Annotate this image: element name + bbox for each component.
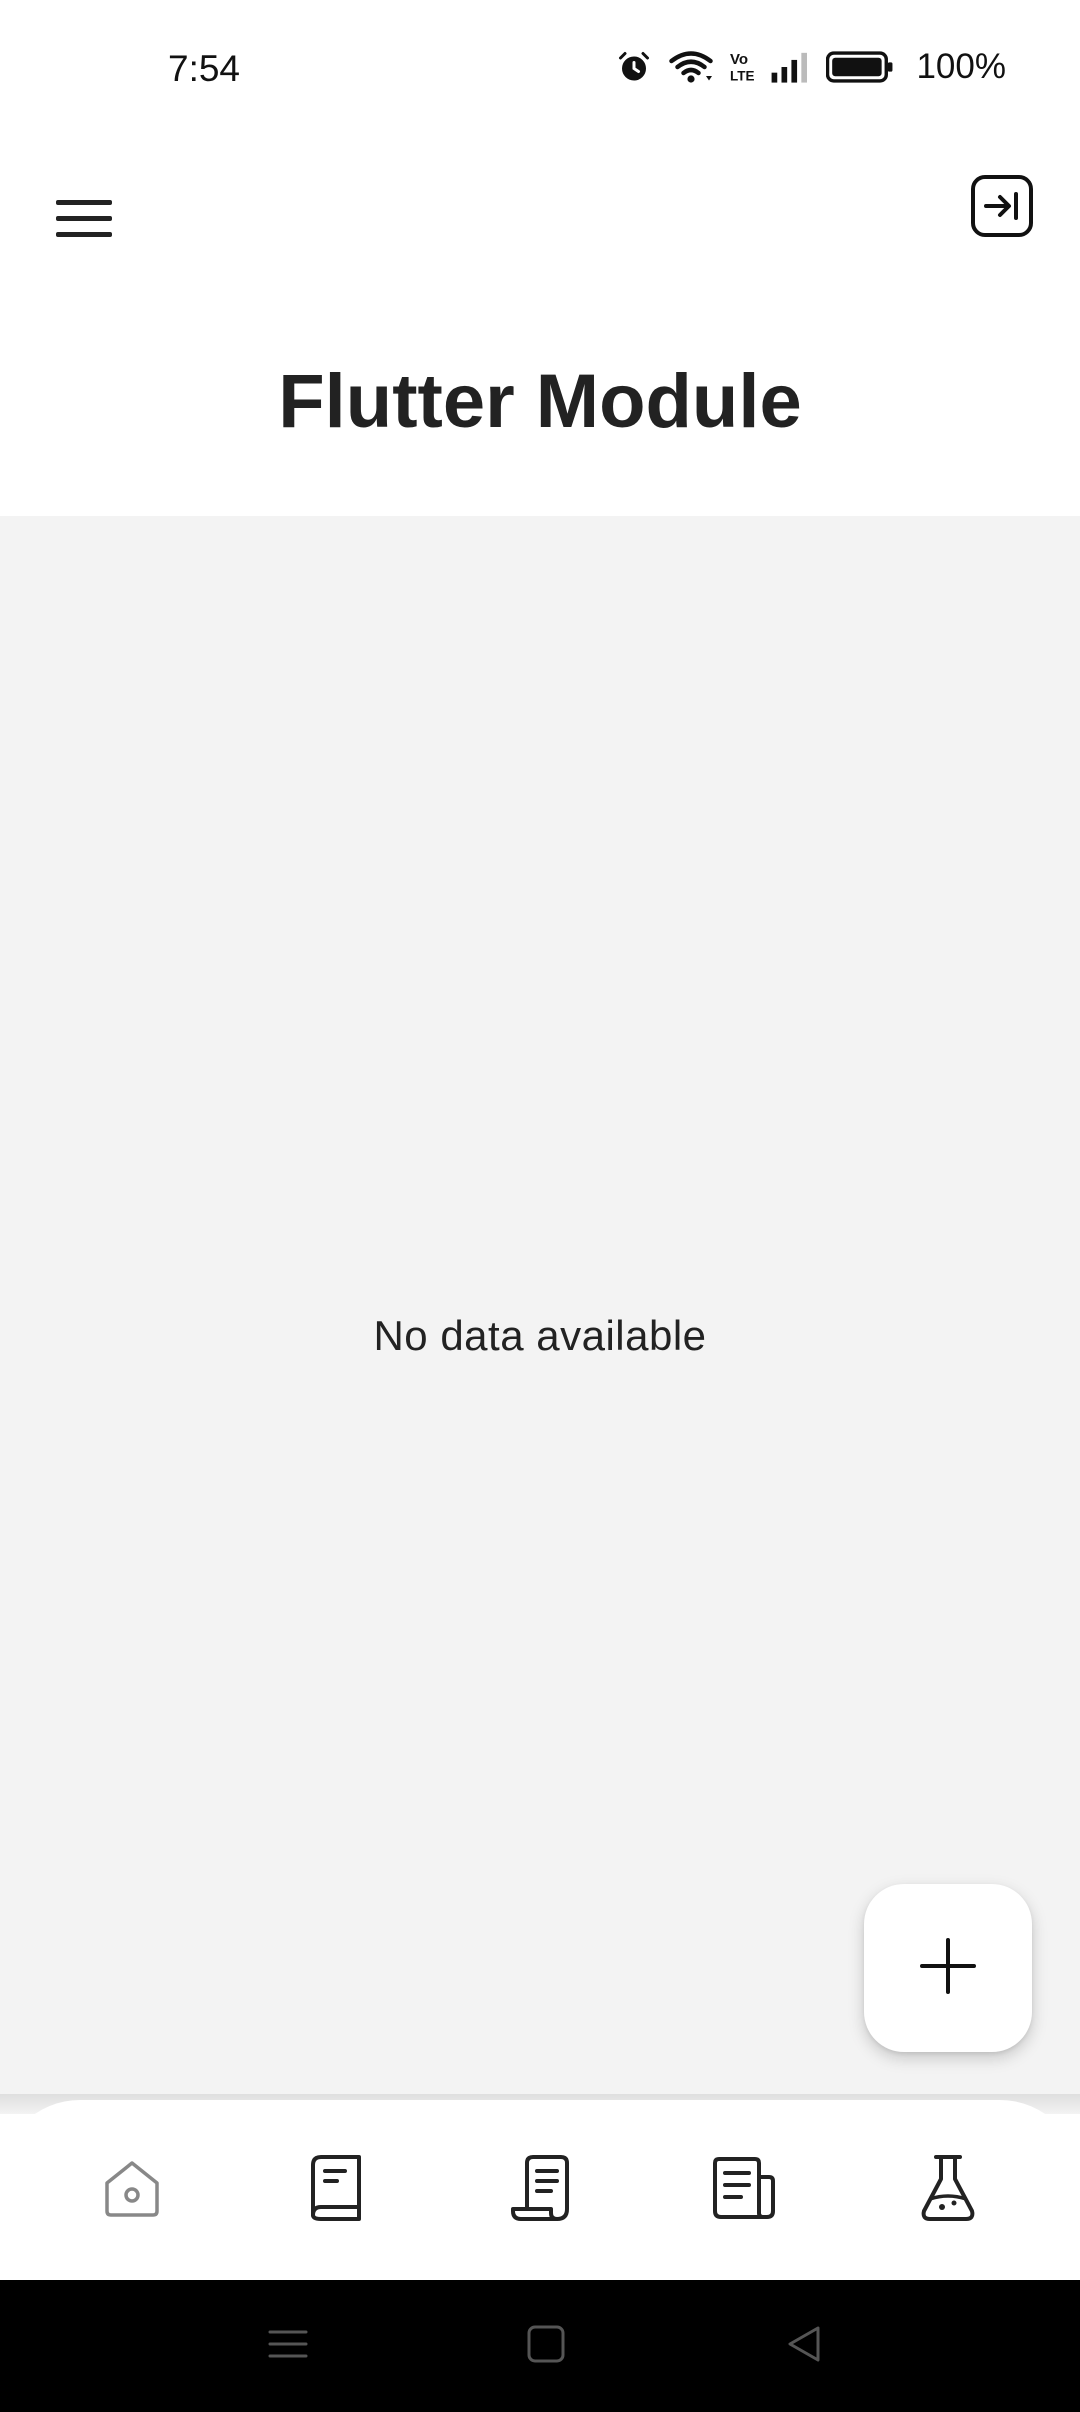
status-time: 7:54: [168, 48, 241, 89]
system-navigation-bar: [0, 2280, 1080, 2412]
menu-button[interactable]: [40, 176, 128, 264]
volte-icon: Vo LTE: [730, 49, 754, 85]
nav-item-home[interactable]: [72, 2130, 192, 2250]
recents-button[interactable]: [258, 2316, 318, 2376]
hamburger-menu-icon: [56, 198, 112, 243]
book-icon: [303, 2153, 369, 2228]
bottom-navigation: [0, 2100, 1080, 2280]
home-icon: [99, 2155, 165, 2226]
svg-text:LTE: LTE: [730, 69, 754, 84]
nav-item-scroll[interactable]: [480, 2130, 600, 2250]
app-bar: Flutter Module: [0, 140, 1080, 516]
nav-item-lab[interactable]: [888, 2130, 1008, 2250]
battery-icon: [826, 50, 894, 84]
flask-icon: [918, 2153, 978, 2228]
back-button[interactable]: [774, 2316, 834, 2376]
add-button[interactable]: [864, 1884, 1032, 2052]
home-square-icon: [526, 2324, 566, 2369]
plus-icon: [918, 1936, 978, 2001]
recents-icon: [268, 2324, 308, 2369]
alarm-icon: [616, 49, 652, 85]
signal-icon: [770, 50, 810, 84]
logout-icon: [970, 174, 1034, 243]
nav-item-news[interactable]: [684, 2130, 804, 2250]
status-icons: Vo LTE 100%: [616, 44, 1006, 90]
status-bar: 7:54 Vo LTE 100%: [0, 0, 1080, 140]
svg-text:Vo: Vo: [730, 51, 748, 68]
home-system-button[interactable]: [516, 2316, 576, 2376]
newspaper-icon: [709, 2155, 779, 2226]
nav-item-book[interactable]: [276, 2130, 396, 2250]
wifi-icon: [668, 49, 714, 85]
content-area: No data available: [0, 516, 1080, 2100]
back-triangle-icon: [784, 2324, 824, 2369]
logout-button[interactable]: [964, 170, 1040, 246]
battery-percentage: 100%: [916, 47, 1006, 86]
scroll-icon: [507, 2153, 573, 2228]
empty-state-message: No data available: [373, 1312, 707, 1359]
page-title: Flutter Module: [278, 359, 802, 444]
